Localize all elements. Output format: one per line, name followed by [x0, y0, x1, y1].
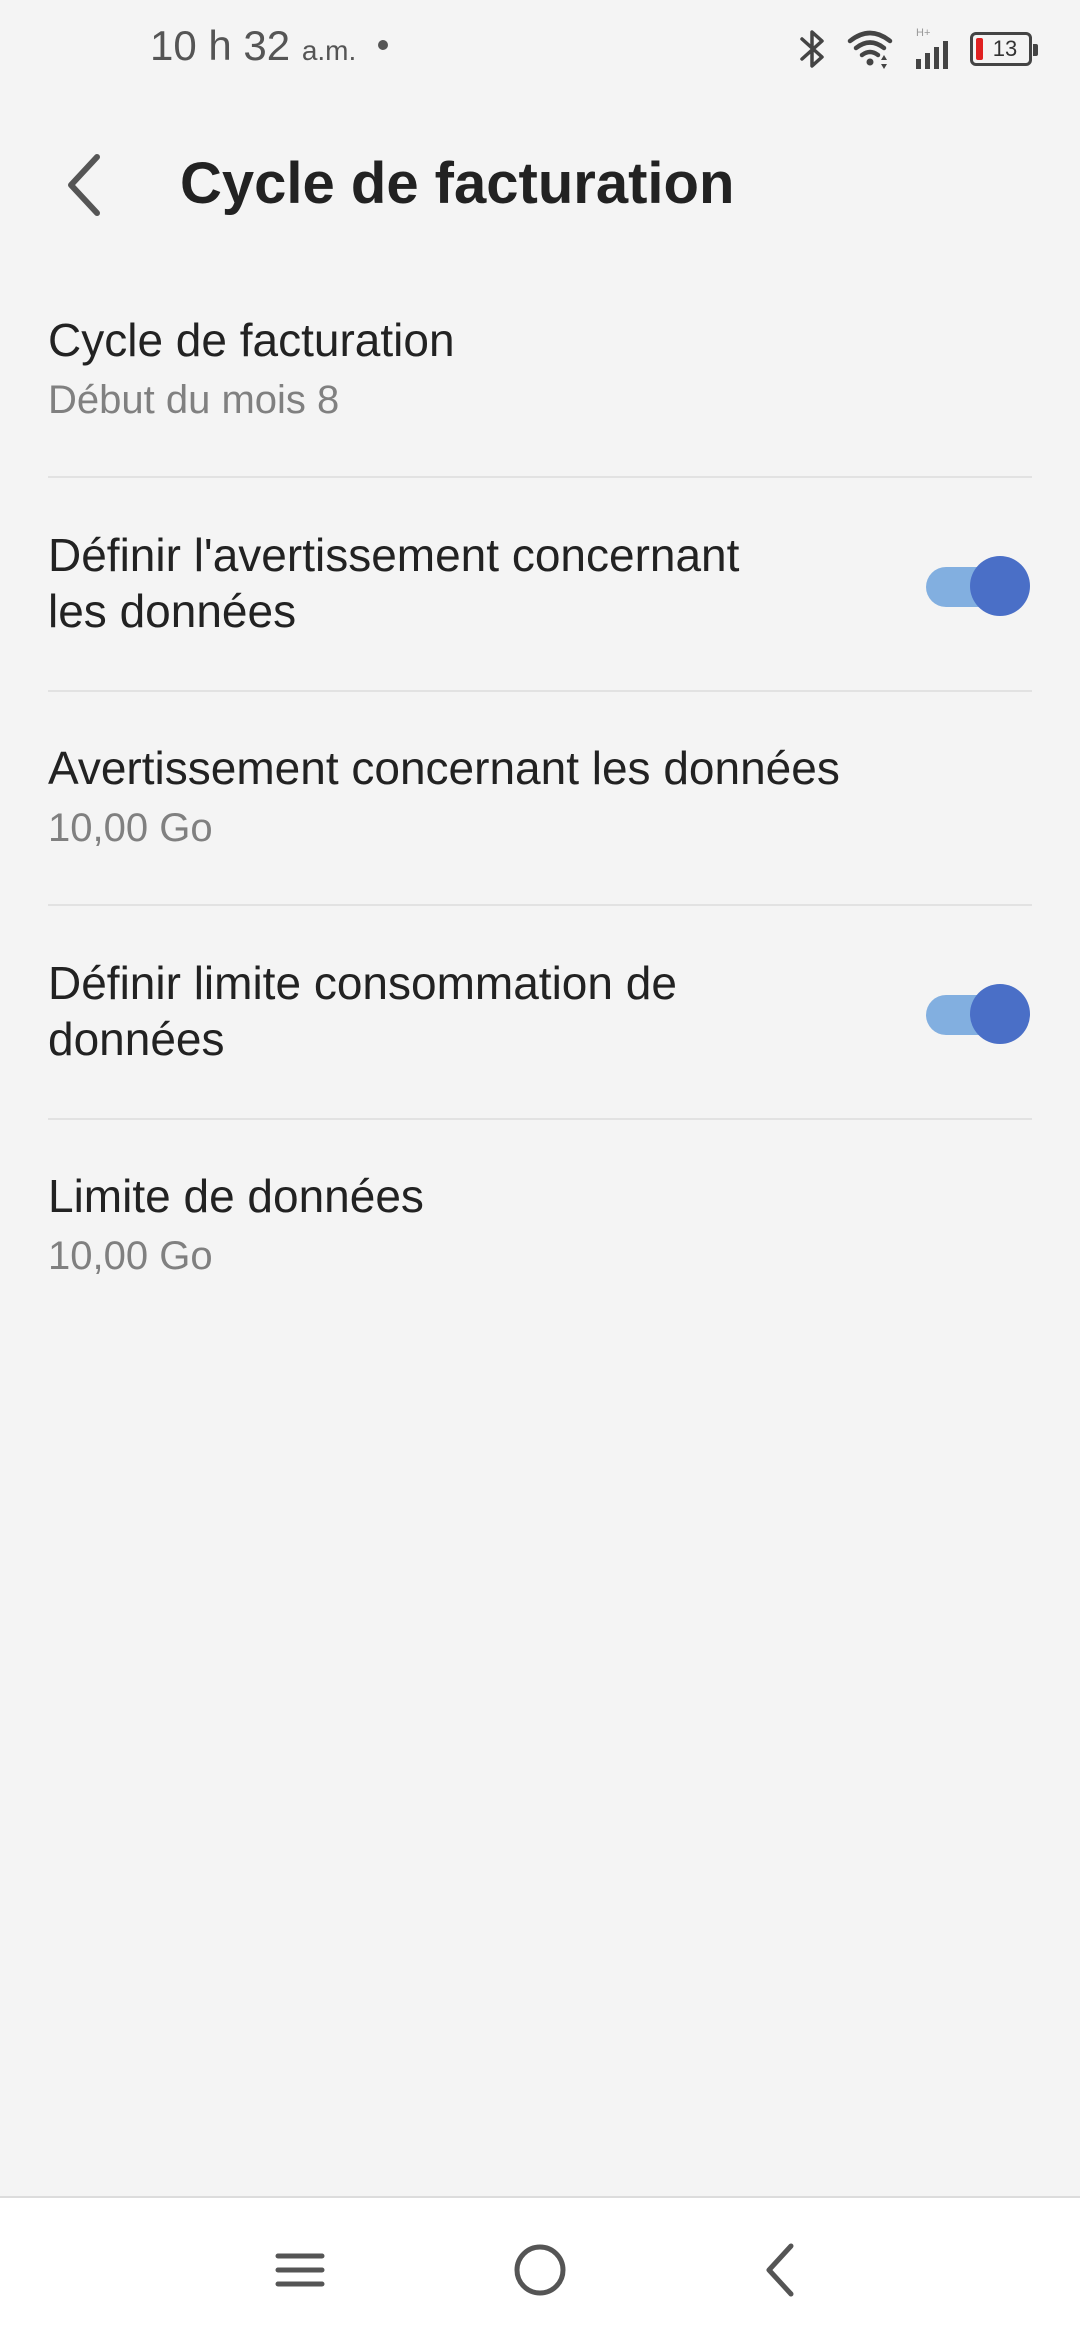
set-data-limit-item[interactable]: Définir limite consommation de données	[0, 904, 1080, 1118]
setting-text: Avertissement concernant les données 10,…	[48, 740, 1032, 854]
status-icons: H+ 13	[798, 26, 1038, 72]
back-arrow-icon	[68, 154, 100, 216]
toggle-thumb	[970, 984, 1030, 1044]
screen: 10 h 32 a.m. H+ 13 Cycle de facturation …	[0, 0, 1080, 2340]
set-data-warning-item[interactable]: Définir l'avertissement concernant les d…	[0, 476, 1080, 690]
setting-text: Limite de données 10,00 Go	[48, 1168, 1032, 1282]
menu-icon	[275, 2253, 325, 2287]
back-button[interactable]	[40, 140, 130, 230]
data-warning-toggle[interactable]	[922, 552, 1032, 616]
setting-text: Cycle de facturation Début du mois 8	[48, 312, 1032, 426]
navigation-bar	[0, 2196, 1080, 2340]
recent-apps-button[interactable]	[250, 2220, 350, 2320]
data-warning-item[interactable]: Avertissement concernant les données 10,…	[0, 690, 1080, 904]
notification-dot	[377, 40, 388, 50]
bluetooth-icon	[798, 27, 828, 71]
setting-value: 10,00 Go	[48, 806, 213, 850]
settings-list: Cycle de facturation Début du mois 8 Déf…	[0, 262, 1080, 1332]
home-icon	[514, 2244, 566, 2296]
data-limit-item[interactable]: Limite de données 10,00 Go	[0, 1118, 1080, 1332]
setting-title: Définir limite consommation de données	[48, 957, 677, 1065]
setting-title: Cycle de facturation	[48, 314, 455, 366]
nav-back-button[interactable]	[730, 2220, 830, 2320]
home-button[interactable]	[490, 2220, 590, 2320]
setting-value: Début du mois 8	[48, 378, 340, 422]
toggle-thumb	[970, 556, 1030, 616]
billing-cycle-item[interactable]: Cycle de facturation Début du mois 8	[0, 262, 1080, 476]
clock-time: 10 h 32	[150, 22, 291, 69]
setting-value: 10,00 Go	[48, 1234, 213, 1278]
setting-text: Définir l'avertissement concernant les d…	[48, 527, 922, 639]
setting-title: Avertissement concernant les données	[48, 742, 840, 794]
battery-icon: 13	[970, 32, 1038, 66]
cellular-signal-icon: H+	[912, 26, 952, 72]
setting-title: Limite de données	[48, 1170, 424, 1222]
clock-ampm: a.m.	[301, 35, 357, 66]
setting-text: Définir limite consommation de données	[48, 955, 922, 1067]
status-clock: 10 h 32 a.m.	[150, 22, 388, 70]
battery-level: 13	[992, 36, 1018, 61]
wifi-icon	[846, 27, 894, 71]
setting-title: Définir l'avertissement concernant les d…	[48, 529, 740, 637]
status-bar: 10 h 32 a.m. H+ 13	[0, 0, 1080, 100]
data-limit-toggle[interactable]	[922, 980, 1032, 1044]
back-icon	[766, 2243, 794, 2297]
network-type-label: H+	[916, 27, 930, 39]
page-title: Cycle de facturation	[180, 151, 735, 216]
app-bar: Cycle de facturation	[0, 120, 1080, 250]
